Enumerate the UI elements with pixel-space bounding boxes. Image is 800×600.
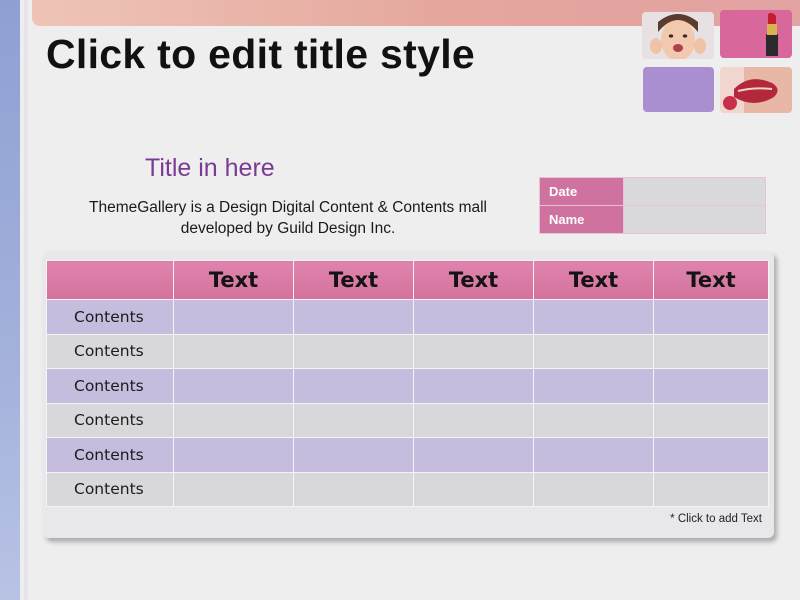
table-cell[interactable] — [653, 368, 769, 404]
table-cell[interactable] — [413, 437, 534, 473]
column-header[interactable]: Text — [413, 260, 534, 300]
table-cell[interactable] — [653, 299, 769, 335]
table-cell[interactable] — [293, 368, 414, 404]
slide: Click to edit title style Title in here … — [0, 0, 800, 600]
table-cell[interactable] — [533, 368, 654, 404]
table-row: Contents — [46, 402, 769, 438]
left-thin-bar — [24, 0, 28, 600]
lipstick-image — [720, 10, 792, 58]
row-label[interactable]: Contents — [46, 333, 174, 369]
name-value[interactable] — [623, 205, 766, 234]
table-cell[interactable] — [413, 471, 534, 507]
table-cell[interactable] — [653, 333, 769, 369]
table-cell[interactable] — [533, 471, 654, 507]
table-cell[interactable] — [413, 402, 534, 438]
slide-title[interactable]: Click to edit title style — [46, 31, 475, 78]
table-header-row: Text Text Text Text Text — [46, 260, 769, 300]
smiling-girl-image — [642, 12, 714, 59]
row-label[interactable]: Contents — [46, 402, 174, 438]
column-header[interactable]: Text — [173, 260, 294, 300]
description-line: ThemeGallery is a Design Digital Content… — [88, 199, 487, 216]
lips-image — [720, 67, 792, 113]
left-accent-bar — [0, 0, 20, 600]
table-cell[interactable] — [173, 402, 294, 438]
column-header[interactable]: Text — [533, 260, 654, 300]
table-cell[interactable] — [413, 299, 534, 335]
table-row: Contents — [46, 368, 769, 404]
purple-tile — [643, 67, 714, 112]
table-cell[interactable] — [413, 368, 534, 404]
table-cell[interactable] — [533, 402, 654, 438]
table-cell[interactable] — [653, 437, 769, 473]
table-cell[interactable] — [533, 437, 654, 473]
row-label[interactable]: Contents — [46, 437, 174, 473]
table-cell[interactable] — [653, 402, 769, 438]
table-corner-cell[interactable] — [46, 260, 174, 300]
row-label[interactable]: Contents — [46, 368, 174, 404]
row-label[interactable]: Contents — [46, 471, 174, 507]
description-line: developed by Guild Design Inc. — [180, 220, 396, 237]
table-row: Contents — [46, 299, 769, 335]
name-label: Name — [539, 205, 624, 234]
meta-row-date: Date — [539, 177, 766, 206]
table-cell[interactable] — [173, 299, 294, 335]
column-header[interactable]: Text — [293, 260, 414, 300]
table-cell[interactable] — [173, 368, 294, 404]
column-header[interactable]: Text — [653, 260, 769, 300]
table-cell[interactable] — [413, 333, 534, 369]
date-label: Date — [539, 177, 624, 206]
row-label[interactable]: Contents — [46, 299, 174, 335]
table-panel: Text Text Text Text Text Contents Conten… — [43, 251, 774, 538]
table-row: Contents — [46, 333, 769, 369]
table-cell[interactable] — [173, 471, 294, 507]
meta-row-name: Name — [539, 205, 766, 234]
table-cell[interactable] — [293, 333, 414, 369]
table-cell[interactable] — [173, 437, 294, 473]
table-cell[interactable] — [173, 333, 294, 369]
table-cell[interactable] — [293, 471, 414, 507]
date-value[interactable] — [623, 177, 766, 206]
table-cell[interactable] — [293, 402, 414, 438]
table-row: Contents — [46, 471, 769, 507]
footnote[interactable]: * Click to add Text — [670, 513, 762, 525]
meta-info-box: Date Name — [539, 177, 766, 234]
table-cell[interactable] — [533, 299, 654, 335]
table-cell[interactable] — [293, 299, 414, 335]
table-cell[interactable] — [293, 437, 414, 473]
section-subtitle[interactable]: Title in here — [145, 154, 275, 183]
table-cell[interactable] — [653, 471, 769, 507]
contents-table: Text Text Text Text Text Contents Conten… — [46, 260, 769, 507]
description-text[interactable]: ThemeGallery is a Design Digital Content… — [55, 197, 521, 239]
table-cell[interactable] — [533, 333, 654, 369]
table-row: Contents — [46, 437, 769, 473]
